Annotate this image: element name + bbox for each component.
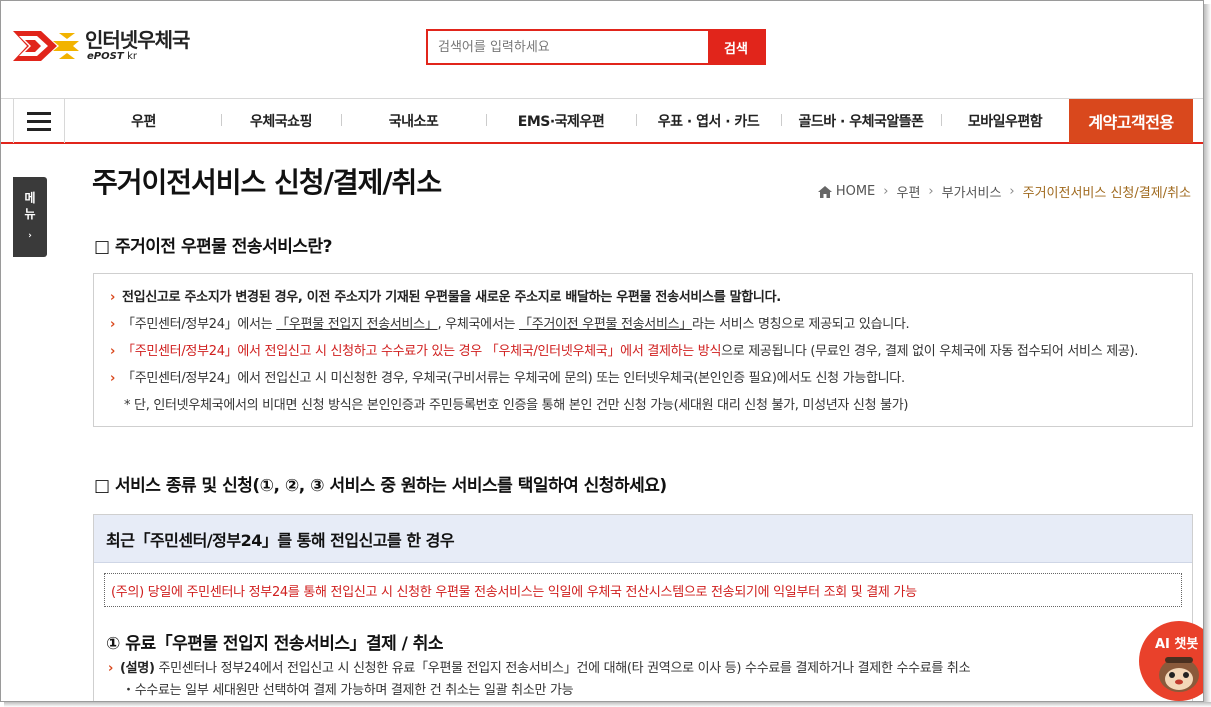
site-header: 인터넷우체국 ePOST kr 검색 bbox=[1, 1, 1203, 98]
logo-subtitle: ePOST kr bbox=[87, 51, 189, 63]
caution-notice: (주의) 당일에 주민센터나 정부24를 통해 전입신고 시 신청한 우편물 전… bbox=[104, 573, 1182, 607]
intro-line-2-a: 「주민센터/정부24」에서는 bbox=[122, 317, 277, 332]
intro-line-2-e: 라는 서비스 명칭으로 제공되고 있습니다. bbox=[692, 317, 910, 332]
logo-sub-domain: kr bbox=[127, 51, 138, 62]
chevron-right-icon: › bbox=[28, 231, 32, 241]
breadcrumb-current: 주거이전서비스 신청/결제/취소 bbox=[1022, 186, 1191, 201]
logo-title: 인터넷우체국 bbox=[85, 28, 190, 52]
nav-item-shopping[interactable]: 우체국쇼핑 bbox=[221, 111, 341, 131]
panel-title: 최근「주민센터/정부24」를 통해 전입신고를 한 경우 bbox=[94, 515, 1192, 563]
nav-item-domestic-parcel[interactable]: 국내소포 bbox=[341, 111, 486, 131]
nav-item-ems[interactable]: EMS·국제우편 bbox=[486, 111, 636, 131]
intro-line-2: 「주민센터/정부24」에서는 「우편물 전입지 전송서비스」, 우체국에서는 「… bbox=[110, 311, 1176, 338]
chatbot-label: AI 챗봇 bbox=[1155, 637, 1199, 652]
page-title: 주거이전서비스 신청/결제/취소 bbox=[92, 166, 442, 199]
main-nav: 우편 우체국쇼핑 국내소포 EMS·국제우편 우표 · 엽서 · 카드 골드바 … bbox=[1, 98, 1203, 144]
desc-text: 주민센터나 정부24에서 전입신고 시 신청한 유료「우편물 전입지 전송서비스… bbox=[154, 661, 971, 676]
service-intro-box: 전입신고로 주소지가 변경된 경우, 이전 주소지가 기재된 우편물을 새로운 … bbox=[93, 273, 1193, 427]
logo-sub-brand: ePOST bbox=[87, 51, 124, 62]
side-tab-label-1: 메 bbox=[24, 191, 36, 205]
section-title-service-intro: □ 주거이전 우편물 전송서비스란? bbox=[94, 237, 333, 257]
service-1-title: ① 유료「우편물 전입지 전송서비스」결제 / 취소 bbox=[106, 634, 444, 654]
recent-move-in-panel: 최근「주민센터/정부24」를 통해 전입신고를 한 경우 (주의) 당일에 주민… bbox=[93, 514, 1193, 701]
search-input[interactable] bbox=[428, 31, 708, 63]
side-menu-tab[interactable]: 메 뉴 › bbox=[13, 177, 47, 257]
breadcrumb-separator-icon: › bbox=[883, 184, 889, 199]
browser-viewport: 인터넷우체국 ePOST kr 검색 우편 우체국쇼핑 국내소포 EMS·국제우… bbox=[0, 0, 1204, 702]
section-title-service-types: □ 서비스 종류 및 신청(①, ②, ③ 서비스 중 원하는 서비스를 택일하… bbox=[94, 476, 667, 496]
home-icon bbox=[817, 185, 832, 198]
intro-line-3: 「주민센터/정부24」에서 전입신고 시 신청하고 수수료가 있는 경우 「우체… bbox=[110, 338, 1176, 365]
nav-items: 우편 우체국쇼핑 국내소포 EMS·국제우편 우표 · 엽서 · 카드 골드바 … bbox=[66, 99, 1069, 143]
service-1-description: (설명) 주민센터나 정부24에서 전입신고 시 신청한 유료「우편물 전입지 … bbox=[108, 658, 971, 701]
intro-line-3-b: 으로 제공됩니다 (무료인 경우, 결제 없이 우체국에 자동 접수되어 서비스… bbox=[721, 344, 1139, 359]
breadcrumb-separator-icon: › bbox=[928, 184, 934, 199]
service-1-desc-sub: ・수수료는 일부 세대원만 선택하여 결제 가능하며 결제한 건 취소는 일괄 … bbox=[122, 683, 574, 698]
breadcrumb-separator-icon: › bbox=[1009, 184, 1015, 199]
intro-line-2-d: 「주거이전 우편물 전송서비스」 bbox=[519, 317, 692, 332]
nav-item-mobile-mailbox[interactable]: 모바일우편함 bbox=[941, 111, 1069, 131]
window-shadow-bottom bbox=[4, 702, 1211, 707]
nav-item-mail[interactable]: 우편 bbox=[66, 111, 221, 131]
site-logo[interactable]: 인터넷우체국 ePOST kr bbox=[13, 27, 190, 65]
search-bar: 검색 bbox=[426, 29, 766, 65]
intro-line-1: 전입신고로 주소지가 변경된 경우, 이전 주소지가 기재된 우편물을 새로운 … bbox=[110, 284, 1176, 311]
service-1-desc-line: (설명) 주민센터나 정부24에서 전입신고 시 신청한 유료「우편물 전입지 … bbox=[108, 658, 971, 680]
nav-item-goldbar[interactable]: 골드바 · 우체국알뜰폰 bbox=[781, 111, 941, 131]
intro-line-3-a: 「주민센터/정부24」에서 전입신고 시 신청하고 수수료가 있는 경우 「우체… bbox=[122, 344, 722, 359]
intro-line-2-c: , 우체국에서는 bbox=[437, 317, 519, 332]
breadcrumb: HOME › 우편 › 부가서비스 › 주거이전서비스 신청/결제/취소 bbox=[817, 182, 1191, 201]
intro-line-4: 「주민센터/정부24」에서 전입신고 시 미신청한 경우, 우체국(구비서류는 … bbox=[110, 365, 1176, 392]
breadcrumb-home-label: HOME bbox=[835, 184, 876, 199]
side-tab-label-2: 뉴 bbox=[24, 207, 36, 221]
epost-logo-icon bbox=[13, 31, 79, 61]
breadcrumb-home[interactable]: HOME bbox=[817, 184, 876, 199]
intro-line-2-b: 「우편물 전입지 전송서비스」 bbox=[276, 317, 438, 332]
breadcrumb-mail[interactable]: 우편 bbox=[896, 182, 920, 201]
search-button[interactable]: 검색 bbox=[708, 31, 764, 63]
hamburger-menu-icon[interactable] bbox=[13, 99, 65, 143]
intro-note: * 단, 인터넷우체국에서의 비대면 신청 방식은 본인인증과 주민등록번호 인… bbox=[124, 398, 909, 413]
breadcrumb-additional-service[interactable]: 부가서비스 bbox=[942, 182, 1002, 201]
chatbot-mascot-icon bbox=[1159, 657, 1199, 692]
contract-customer-button[interactable]: 계약고객전용 bbox=[1069, 99, 1193, 143]
desc-label: (설명) bbox=[120, 661, 155, 676]
nav-item-stamps[interactable]: 우표 · 엽서 · 카드 bbox=[636, 111, 781, 131]
window-shadow-right bbox=[1204, 4, 1211, 707]
